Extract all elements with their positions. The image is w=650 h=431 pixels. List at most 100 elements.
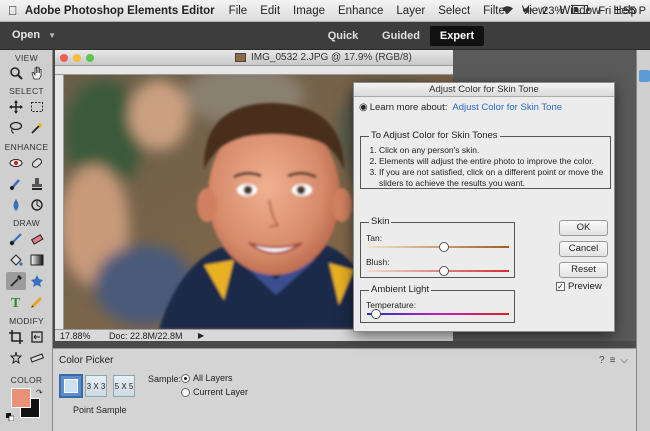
instruction-step: Elements will adjust the entire photo to…: [379, 156, 610, 167]
foreground-color-swatch[interactable]: [11, 388, 31, 408]
mode-expert[interactable]: Expert: [430, 26, 484, 46]
straighten-icon[interactable]: [27, 349, 47, 367]
tool-options-title: Color Picker: [59, 355, 114, 366]
temperature-slider[interactable]: [367, 309, 509, 319]
section-select: SELECT: [9, 86, 44, 96]
pencil-icon[interactable]: [27, 293, 47, 311]
app-menu[interactable]: Adobe Photoshop Elements Editor: [25, 5, 215, 17]
blush-slider[interactable]: [367, 266, 509, 276]
clock[interactable]: Fri 1:55 P: [598, 5, 646, 17]
wifi-icon[interactable]: [501, 5, 514, 18]
smart-brush-icon[interactable]: [6, 175, 26, 193]
custom-shape-icon[interactable]: [27, 272, 47, 290]
menu-select[interactable]: Select: [438, 5, 470, 17]
dialog-title[interactable]: Adjust Color for Skin Tone: [354, 83, 614, 97]
preview-checkbox-box[interactable]: ✓: [556, 282, 565, 291]
point-sample-icon: [64, 379, 78, 393]
status-menu-icon[interactable]: ▶: [198, 331, 204, 340]
blush-label: Blush:: [366, 257, 390, 267]
learn-more-link[interactable]: Adjust Color for Skin Tone: [452, 102, 562, 113]
radio-all-layers-dot[interactable]: [181, 373, 190, 383]
red-eye-icon[interactable]: [6, 154, 26, 172]
zoom-window-icon[interactable]: [86, 54, 94, 62]
gradient-icon[interactable]: [27, 251, 47, 269]
hand-icon[interactable]: [27, 64, 47, 82]
collapse-chevron-icon[interactable]: ⌵: [620, 355, 628, 366]
sample-3x3-button[interactable]: 3 X 3: [85, 375, 107, 397]
mode-guided[interactable]: Guided: [376, 26, 426, 46]
battery-icon[interactable]: [572, 5, 590, 17]
menu-enhance[interactable]: Enhance: [338, 5, 383, 17]
tan-slider[interactable]: [367, 242, 509, 252]
zoom-level[interactable]: 17.88%: [60, 331, 91, 341]
document-title-bar[interactable]: IMG_0532 2.JPG @ 17.9% (RGB/8): [55, 50, 453, 66]
apple-icon[interactable]: : [0, 3, 25, 18]
sponge-icon[interactable]: [27, 196, 47, 214]
swap-colors-icon[interactable]: ↷: [36, 388, 43, 397]
tools-panel: VIEW SELECT ENHANCE DRAW T MODIFY COLOR …: [0, 50, 53, 431]
recompose-icon[interactable]: [27, 328, 47, 346]
zoom-icon[interactable]: [6, 64, 26, 82]
vertical-ruler: [55, 75, 64, 329]
tan-slider-thumb[interactable]: [438, 242, 449, 252]
battery-percent[interactable]: 23%: [542, 5, 564, 17]
paint-bucket-icon[interactable]: [6, 251, 26, 269]
svg-text:T: T: [11, 296, 21, 309]
spot-healing-icon[interactable]: [27, 154, 47, 172]
cancel-button[interactable]: Cancel: [559, 241, 608, 257]
instructions-group: To Adjust Color for Skin Tones Click on …: [360, 130, 611, 189]
reset-button[interactable]: Reset: [559, 262, 608, 278]
eraser-icon[interactable]: [27, 230, 47, 248]
marquee-icon[interactable]: [27, 98, 47, 116]
blur-icon[interactable]: [6, 196, 26, 214]
close-window-icon[interactable]: [60, 54, 68, 62]
panel-tab-icon[interactable]: [639, 70, 650, 82]
blush-slider-thumb[interactable]: [438, 266, 449, 276]
point-sample-button[interactable]: [59, 374, 83, 398]
open-label: Open: [12, 29, 41, 41]
mode-quick[interactable]: Quick: [320, 26, 366, 46]
clone-stamp-icon[interactable]: [27, 175, 47, 193]
eyedropper-icon[interactable]: [6, 272, 26, 290]
skin-group: Skin Tan: Blush:: [360, 216, 515, 278]
image-file-icon: [235, 53, 246, 62]
sample-5x5-button[interactable]: 5 X 5: [113, 375, 135, 397]
menu-layer[interactable]: Layer: [396, 5, 425, 17]
brush-icon[interactable]: [6, 230, 26, 248]
skin-title: Skin: [369, 216, 392, 227]
preview-checkbox[interactable]: ✓ Preview: [556, 281, 602, 292]
tool-options-bar: Color Picker ? ≡ ⌵ 3 X 3 5 X 5 Point Sam…: [53, 348, 636, 431]
temperature-slider-thumb[interactable]: [370, 309, 381, 319]
crop-icon[interactable]: [6, 328, 26, 346]
content-aware-move-icon[interactable]: [6, 349, 26, 367]
ambient-light-title: Ambient Light: [369, 284, 432, 295]
type-icon[interactable]: T: [6, 293, 26, 311]
mac-menu-bar:  Adobe Photoshop Elements Editor File E…: [0, 0, 650, 22]
horizontal-ruler: [55, 66, 453, 75]
menu-file[interactable]: File: [229, 5, 248, 17]
ok-button[interactable]: OK: [559, 220, 608, 236]
radio-all-layers[interactable]: All Layers: [181, 373, 233, 383]
section-color: COLOR: [10, 375, 43, 385]
move-icon[interactable]: [6, 98, 26, 116]
lasso-icon[interactable]: [6, 119, 26, 137]
radio-current-layer[interactable]: Current Layer: [181, 387, 248, 397]
document-size: Doc: 22.8M/22.8M: [109, 331, 183, 341]
options-menu-icon[interactable]: ≡: [610, 355, 616, 366]
sample-label: Sample:: [148, 374, 182, 384]
preview-label: Preview: [568, 281, 602, 292]
default-colors-icon[interactable]: [6, 412, 15, 424]
magic-wand-icon[interactable]: [27, 119, 47, 137]
open-button[interactable]: Open ▼: [12, 29, 56, 41]
tan-label: Tan:: [366, 233, 383, 243]
volume-icon[interactable]: [522, 5, 534, 18]
menu-image[interactable]: Image: [293, 5, 325, 17]
help-icon[interactable]: ?: [599, 355, 605, 366]
all-layers-label: All Layers: [193, 373, 233, 383]
tool-options-controls: ? ≡ ⌵: [599, 355, 628, 366]
chevron-down-icon: ▼: [48, 31, 57, 40]
menu-edit[interactable]: Edit: [260, 5, 280, 17]
minimize-window-icon[interactable]: [73, 54, 81, 62]
instructions-list: Click on any person's skin. Elements wil…: [379, 145, 610, 189]
radio-current-layer-dot[interactable]: [181, 387, 190, 397]
